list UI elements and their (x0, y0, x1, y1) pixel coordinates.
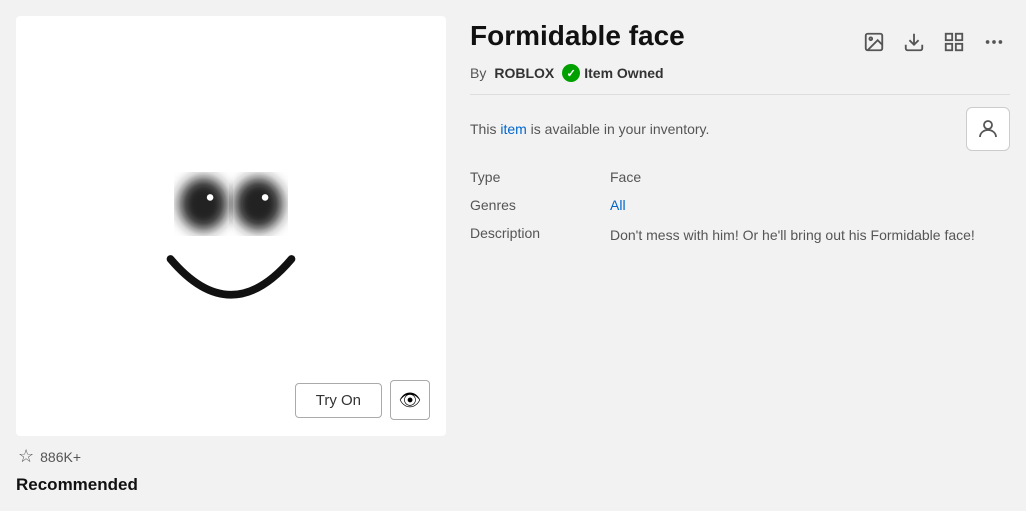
preview-actions: Try On 👁 (295, 380, 430, 420)
favorites-count: 886K+ (40, 449, 81, 465)
availability-highlight: item (500, 121, 526, 137)
left-panel: Try On 👁 ☆ 886K+ Recommended (16, 16, 446, 495)
by-label: By (470, 65, 486, 81)
page-container: Try On 👁 ☆ 886K+ Recommended Formidable … (0, 0, 1026, 511)
more-options-button[interactable] (978, 26, 1010, 58)
item-stats: ☆ 886K+ (16, 446, 446, 467)
mouth (171, 259, 292, 295)
owned-check-icon: ✓ (562, 64, 580, 82)
details-table: Type Face Genres All Description Don't m… (470, 169, 1010, 246)
grid-icon (943, 31, 965, 53)
genres-value: All (610, 197, 1010, 213)
item-preview: Try On 👁 (16, 16, 446, 436)
try-on-button[interactable]: Try On (295, 383, 382, 418)
owned-label: Item Owned (584, 65, 663, 81)
image-icon-button[interactable] (858, 26, 890, 58)
type-label: Type (470, 169, 610, 185)
right-panel: Formidable face (470, 16, 1010, 495)
availability-text: This item is available in your inventory… (470, 121, 709, 137)
preview-eye-button[interactable]: 👁 (390, 380, 430, 420)
avatar-icon (976, 117, 1000, 141)
description-label: Description (470, 225, 610, 246)
description-value: Don't mess with him! Or he'll bring out … (610, 225, 1010, 246)
divider (470, 94, 1010, 95)
right-eye-glint (262, 194, 269, 201)
image-icon (863, 31, 885, 53)
availability-prefix: This (470, 121, 500, 137)
main-content: Try On 👁 ☆ 886K+ Recommended Formidable … (16, 16, 1010, 495)
grid-icon-button[interactable] (938, 26, 970, 58)
header-actions (858, 26, 1010, 58)
item-title: Formidable face (470, 20, 685, 52)
more-dots-icon (983, 31, 1005, 53)
availability-row: This item is available in your inventory… (470, 107, 1010, 151)
avatar-button[interactable] (966, 107, 1010, 151)
genres-label: Genres (470, 197, 610, 213)
download-icon (903, 31, 925, 53)
type-value: Face (610, 169, 1010, 185)
star-icon[interactable]: ☆ (18, 446, 34, 467)
eye-icon: 👁 (399, 390, 422, 411)
left-eye-glint (207, 194, 214, 201)
left-eye (179, 178, 227, 231)
recommended-heading: Recommended (16, 475, 446, 495)
creator-name[interactable]: ROBLOX (494, 65, 554, 81)
item-header: Formidable face (470, 20, 1010, 58)
availability-suffix: is available in your inventory. (527, 121, 710, 137)
owned-badge: ✓ Item Owned (562, 64, 663, 82)
item-meta: By ROBLOX ✓ Item Owned (470, 64, 1010, 82)
right-eye (234, 178, 282, 231)
download-icon-button[interactable] (898, 26, 930, 58)
face-image (121, 116, 341, 336)
